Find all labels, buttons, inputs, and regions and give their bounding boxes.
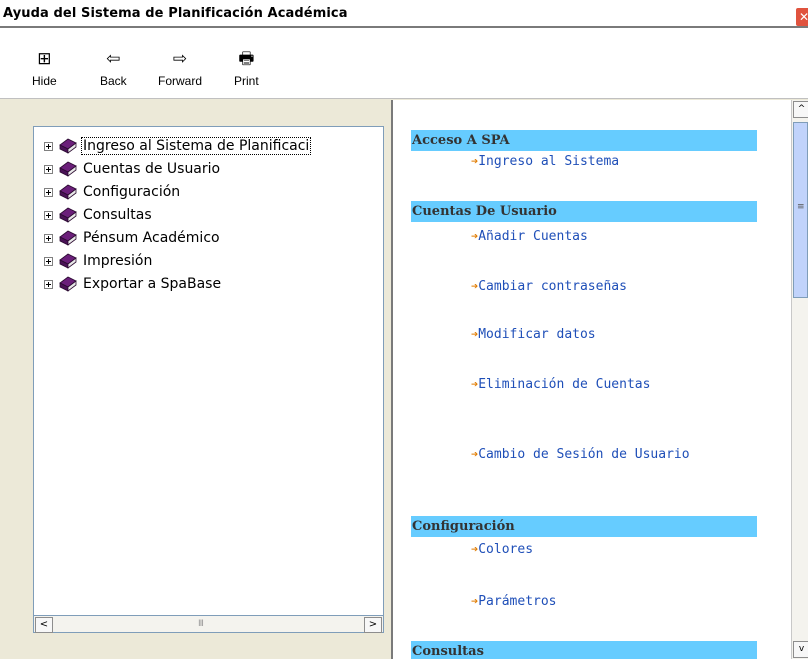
print-button[interactable]: 🖶 Print [234,48,259,88]
section-header: Acceso A SPA [411,130,757,151]
toolbar: ⊞ Hide ⇦ Back ⇨ Forward 🖶 Print [0,28,808,99]
scroll-down-icon[interactable]: v [793,641,808,658]
section-header: Cuentas De Usuario [411,201,757,222]
section-header: Configuración [411,516,757,537]
forward-button[interactable]: ⇨ Forward [158,48,202,88]
tree-item[interactable]: Impresión [44,250,153,272]
topic-link[interactable]: ➔Colores [471,539,533,560]
book-icon [59,138,77,154]
topic-link[interactable]: ➔Añadir Cuentas [471,226,588,247]
book-icon [59,207,77,223]
tree-item-label: Cuentas de Usuario [83,161,221,177]
contents-tree[interactable]: Ingreso al Sistema de Planificaci Cuentas… [33,126,384,621]
topic-pane: Acceso A SPA ➔Ingreso al Sistema Cuentas D… [391,100,808,659]
tree-item-label: Impresión [83,253,153,269]
forward-label: Forward [158,74,203,88]
tree-item[interactable]: Pénsum Académico [44,227,221,249]
expand-plus-icon[interactable] [44,164,53,174]
expand-plus-icon[interactable] [44,279,53,289]
scroll-left-icon[interactable]: < [35,617,53,633]
book-icon [59,253,77,269]
print-label: Print [234,74,259,88]
expand-plus-icon[interactable] [44,233,53,243]
horizontal-scrollbar[interactable]: < III > [33,615,384,633]
topic-link-label: Modificar datos [478,327,596,342]
tree-item[interactable]: Exportar a SpaBase [44,273,222,295]
topic-link[interactable]: ➔Modificar datos [471,324,596,345]
close-icon[interactable]: ✕ [796,8,808,26]
window-title: Ayuda del Sistema de Planificación Acadé… [3,6,348,21]
scroll-right-icon[interactable]: > [364,617,382,633]
tree-item-label: Pénsum Académico [83,230,220,246]
tree-item-label: Exportar a SpaBase [83,276,222,292]
expand-plus-icon[interactable] [44,256,53,266]
topic-link[interactable]: ➔Eliminación de Cuentas [471,374,671,395]
expand-plus-icon[interactable] [44,187,53,197]
back-arrow-icon: ⇦ [106,49,121,68]
topic-link[interactable]: ➔Ingreso al Sistema [471,151,619,172]
section-header: Consultas [411,641,757,659]
tree-item[interactable]: Consultas [44,204,153,226]
topic-link-label: Cambio de Sesión de Usuario [478,447,690,462]
expand-plus-icon[interactable] [44,141,53,151]
window-titlebar: Ayuda del Sistema de Planificación Acadé… [0,0,808,28]
printer-icon: 🖶 [238,49,255,68]
tree-item[interactable]: Configuración [44,181,181,203]
tree-item-label: Configuración [83,184,181,200]
hide-label: Hide [32,74,57,88]
book-icon [59,184,77,200]
topic-link[interactable]: ➔Parámetros [471,591,557,612]
expand-plus-icon[interactable] [44,210,53,220]
book-icon [59,276,77,292]
navigation-pane: Ingreso al Sistema de Planificaci Cuentas… [0,100,390,649]
topic-link-label: Parámetros [478,594,557,609]
tree-item[interactable]: Ingreso al Sistema de Planificaci [44,135,312,157]
topic-link-label: Cambiar contraseñas [478,279,627,294]
topic-link-label: Ingreso al Sistema [478,154,620,169]
back-button[interactable]: ⇦ Back [100,48,127,88]
topic-link[interactable]: ➔Cambio de Sesión de Usuario [471,444,701,465]
tree-item-label: Consultas [83,207,152,223]
scroll-up-icon[interactable]: ^ [793,101,808,118]
topic-link-label: Colores [478,542,534,557]
back-label: Back [100,74,127,88]
tree-item[interactable]: Cuentas de Usuario [44,158,221,180]
hide-button[interactable]: ⊞ Hide [32,48,57,88]
topic-link[interactable]: ➔Cambiar contraseñas [471,276,627,297]
vertical-scrollbar[interactable]: ^ v [791,100,808,659]
forward-arrow-icon: ⇨ [172,49,188,68]
topic-link-label: Eliminación de Cuentas [478,377,651,392]
tree-item-label: Ingreso al Sistema de Planificaci [80,137,312,155]
scroll-grip-icon: III [198,619,204,629]
hide-icon: ⊞ [37,49,52,68]
book-icon [59,230,77,246]
scroll-thumb[interactable] [793,122,808,298]
book-icon [59,161,77,177]
topic-link-label: Añadir Cuentas [478,229,588,244]
